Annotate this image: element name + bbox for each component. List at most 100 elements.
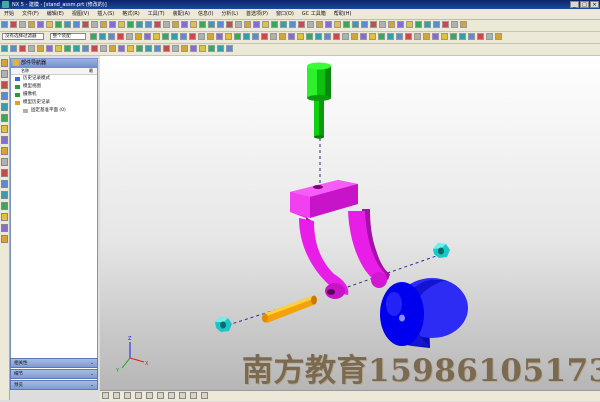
menu-item[interactable]: 装配(A)	[169, 9, 194, 19]
new-component-icon[interactable]	[10, 45, 17, 52]
info-icon[interactable]	[459, 33, 467, 40]
drafting-icon[interactable]	[1, 202, 8, 210]
promote-icon[interactable]	[181, 45, 188, 52]
orient-status-icon[interactable]	[157, 392, 164, 399]
navigator-section[interactable]: 预览 ⌄	[10, 380, 98, 390]
camera-icon[interactable]	[351, 33, 359, 40]
edit-explosion-icon[interactable]	[73, 45, 80, 52]
mirror-icon[interactable]	[370, 21, 377, 28]
info-window-icon[interactable]	[1, 235, 8, 243]
background-icon[interactable]	[342, 33, 350, 40]
maximize-icon[interactable]: □	[580, 1, 589, 8]
mate-icon[interactable]	[19, 45, 26, 52]
blue-wheel[interactable]	[380, 278, 468, 348]
menu-item[interactable]: 视图(V)	[68, 9, 93, 19]
intersect-icon[interactable]	[361, 21, 368, 28]
interface-icon[interactable]	[208, 45, 215, 52]
pan-icon[interactable]	[127, 21, 134, 28]
manufacturing-wizard-icon[interactable]	[1, 158, 8, 166]
chevron-down-icon[interactable]: ⌄	[90, 359, 94, 368]
measure-icon[interactable]	[181, 21, 188, 28]
menu-item[interactable]: GC 工具箱	[298, 9, 330, 19]
process-studio-icon[interactable]	[1, 147, 8, 155]
unexplode-icon[interactable]	[91, 45, 98, 52]
measure-angle-icon[interactable]	[432, 33, 440, 40]
end-point-icon[interactable]	[108, 33, 116, 40]
arrange-icon[interactable]	[163, 45, 170, 52]
feature-icon[interactable]	[189, 33, 197, 40]
rotate-view-icon[interactable]	[387, 33, 395, 40]
minimize-icon[interactable]: _	[570, 1, 579, 8]
explosion-icon[interactable]	[64, 45, 71, 52]
sequence2-icon[interactable]	[109, 45, 116, 52]
column-name[interactable]: 名称	[21, 68, 29, 74]
deform-icon[interactable]	[190, 45, 197, 52]
pattern-icon[interactable]	[379, 21, 386, 28]
trace-line-icon[interactable]	[100, 45, 107, 52]
hole-icon[interactable]	[271, 21, 278, 28]
face-icon[interactable]	[162, 33, 170, 40]
chevron-down-icon[interactable]: ⌄	[90, 370, 94, 379]
shell-icon[interactable]	[325, 21, 332, 28]
weight-icon[interactable]	[127, 45, 134, 52]
green-pin[interactable]	[307, 62, 331, 139]
tree-node[interactable]: 摄像机	[11, 91, 97, 99]
redo-icon[interactable]	[64, 21, 71, 28]
point-icon[interactable]	[190, 21, 197, 28]
clearance-icon[interactable]	[118, 45, 125, 52]
color-icon[interactable]	[243, 33, 251, 40]
wave-icon[interactable]	[136, 45, 143, 52]
assembly-icon[interactable]	[388, 21, 395, 28]
history-palette-icon[interactable]	[1, 136, 8, 144]
quadrant-icon[interactable]	[135, 33, 143, 40]
menu-item[interactable]: 格式(R)	[118, 9, 143, 19]
light-icon[interactable]	[324, 33, 332, 40]
navigator-section[interactable]: 相关性 ⌄	[10, 358, 98, 368]
body-icon[interactable]	[180, 33, 188, 40]
note-icon[interactable]	[486, 33, 494, 40]
copy-icon[interactable]	[37, 21, 44, 28]
perspective-icon[interactable]	[360, 33, 368, 40]
grid-icon[interactable]	[172, 21, 179, 28]
trim-icon[interactable]	[334, 21, 341, 28]
rotate-icon[interactable]	[118, 21, 125, 28]
analysis-icon[interactable]	[451, 21, 458, 28]
web-browser-icon[interactable]	[1, 125, 8, 133]
check-icon[interactable]	[450, 33, 458, 40]
boss-icon[interactable]	[280, 21, 287, 28]
layer-icon[interactable]	[91, 21, 98, 28]
undo-icon[interactable]	[55, 21, 62, 28]
pocket-icon[interactable]	[289, 21, 296, 28]
tree-node[interactable]: 模型视图	[11, 83, 97, 91]
line-icon[interactable]	[199, 21, 206, 28]
roles-icon[interactable]	[1, 169, 8, 177]
graphics-window[interactable]: Z X Y	[100, 56, 600, 390]
subtract-icon[interactable]	[352, 21, 359, 28]
column-extra[interactable]: 最	[89, 68, 93, 74]
hidden-line-icon[interactable]	[288, 33, 296, 40]
menu-item[interactable]: 帮助(H)	[330, 9, 356, 19]
select-status-icon[interactable]	[135, 392, 142, 399]
selection-scope-select[interactable]: 整个装配	[49, 33, 86, 40]
existing-point-icon[interactable]	[153, 33, 161, 40]
fit-icon[interactable]	[100, 21, 107, 28]
info-status-icon[interactable]	[201, 392, 208, 399]
help-icon[interactable]	[460, 21, 467, 28]
unite-icon[interactable]	[343, 21, 350, 28]
sketch-icon[interactable]	[244, 21, 251, 28]
array-icon[interactable]	[46, 45, 53, 52]
studio-icon[interactable]	[306, 33, 314, 40]
edge-icon[interactable]	[171, 33, 179, 40]
auto-explode-icon[interactable]	[82, 45, 89, 52]
close-icon[interactable]: ×	[590, 1, 599, 8]
menu-item[interactable]: 文件(F)	[18, 9, 43, 19]
restore-icon[interactable]	[414, 33, 422, 40]
show-icon[interactable]	[73, 21, 80, 28]
select-icon[interactable]	[90, 33, 98, 40]
material-icon[interactable]	[333, 33, 341, 40]
sel-mode-icon[interactable]	[179, 392, 186, 399]
type-filter-select[interactable]: 没有选择过滤器	[2, 33, 44, 40]
hd3d-icon[interactable]	[1, 114, 8, 122]
design-logic-icon[interactable]	[1, 213, 8, 221]
fit-status-icon[interactable]	[168, 392, 175, 399]
